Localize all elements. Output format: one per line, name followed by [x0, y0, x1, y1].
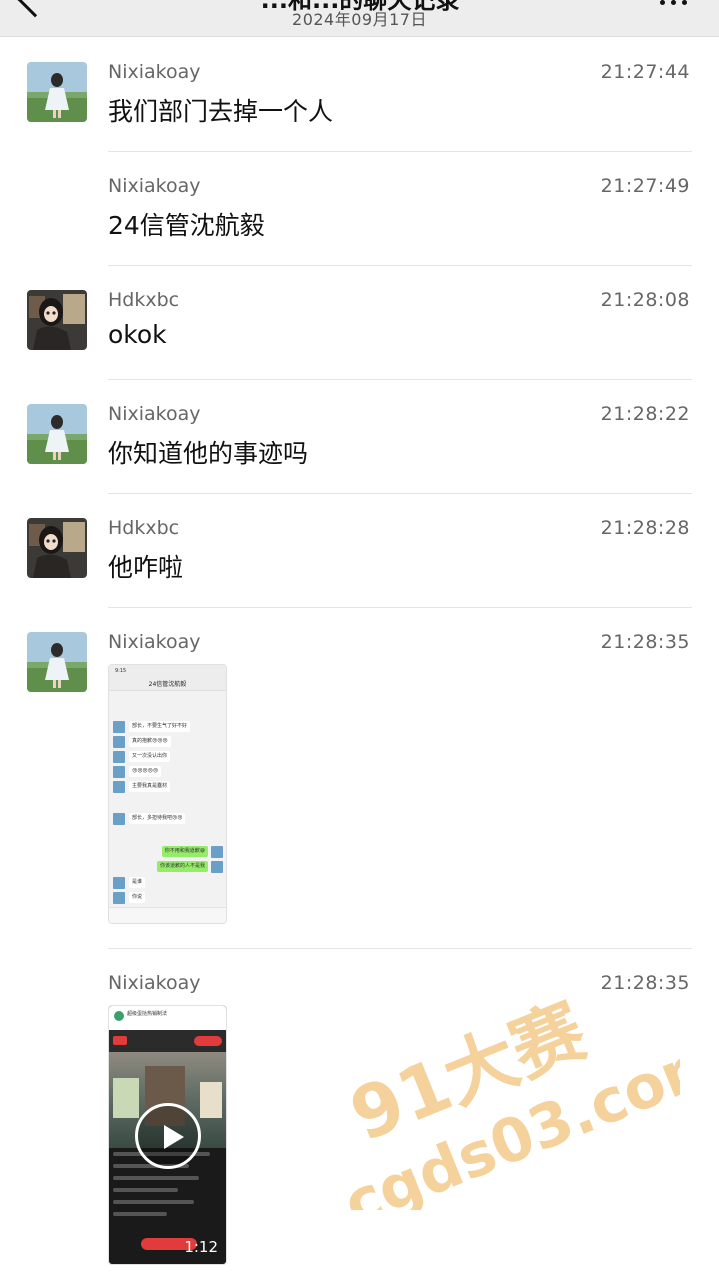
message-time: 21:28:22: [600, 403, 690, 425]
more-options-icon[interactable]: [654, 0, 694, 10]
preview-title: 24信管沈航毅: [148, 681, 187, 688]
preview-avatar: [113, 892, 125, 904]
play-icon[interactable]: [135, 1103, 201, 1169]
message-text: 你知道他的事迹吗: [108, 439, 309, 468]
preview-avatar: [113, 721, 125, 733]
preview-avatar: [113, 751, 125, 763]
header-date: 2024年09月17日: [292, 10, 427, 29]
preview-bubble: 是谁: [129, 877, 146, 888]
girl-field-avatar-icon: [27, 62, 87, 122]
girl-room-avatar-icon: [27, 290, 87, 350]
sender-name: Nixiakoay: [108, 631, 201, 653]
message-time: 21:28:08: [600, 289, 690, 311]
preview-bubble: 你该道歉的人不是我: [156, 861, 208, 872]
avatar[interactable]: [27, 518, 87, 578]
preview-bubble: 又一次没认出你: [129, 751, 171, 762]
preview-avatar: [113, 781, 125, 793]
preview-bubble: 真的抱歉😢😢😢: [129, 736, 171, 747]
chat-history-header: ...和...的聊天记录 2024年09月17日: [0, 0, 719, 37]
video-preview-header: 超级蛋挞热销制法: [109, 1006, 226, 1030]
open-app-badge: [194, 1036, 222, 1046]
avatar[interactable]: [27, 404, 87, 464]
preview-avatar: [113, 736, 125, 748]
sender-name: Hdkxbc: [108, 517, 180, 539]
preview-avatar: [211, 846, 223, 858]
message-text: okok: [108, 320, 167, 349]
preview-bubble: 你不用和我道歉😅: [161, 846, 208, 857]
divider: [108, 607, 692, 608]
avatar[interactable]: [27, 62, 87, 122]
channel-logo-icon: [114, 1011, 124, 1021]
avatar[interactable]: [27, 290, 87, 350]
preview-avatar: [211, 861, 223, 873]
video-preview-title: 超级蛋挞热销制法: [127, 1011, 168, 1017]
message-time: 21:27:44: [600, 61, 690, 83]
preview-bubble: 部长，不要生气了好不好: [129, 721, 191, 732]
preview-bubble: 😢😢😢😢😢: [129, 766, 162, 777]
message-text: 他咋啦: [108, 553, 184, 582]
app-tag-icon: [113, 1036, 127, 1045]
video-attachment[interactable]: 超级蛋挞热销制法 1:12: [108, 1005, 227, 1265]
sender-name: Nixiakoay: [108, 175, 201, 197]
girl-field-avatar-icon: [27, 404, 87, 464]
preview-input-bar: [109, 907, 226, 923]
preview-status-bar: 9:15 24信管沈航毅: [109, 665, 226, 691]
preview-bubble: 部长，多担待我吧😢😢: [129, 813, 186, 824]
preview-avatar: [113, 813, 125, 825]
girl-field-avatar-icon: [27, 632, 87, 692]
message-time: 21:28:28: [600, 517, 690, 539]
message-time: 21:28:35: [600, 972, 690, 994]
preview-avatar: [113, 877, 125, 889]
preview-avatar: [113, 766, 125, 778]
sender-name: Nixiakoay: [108, 403, 201, 425]
sender-name: Nixiakoay: [108, 972, 201, 994]
preview-bubble: 主要我真是蠢材: [129, 781, 171, 792]
image-attachment[interactable]: 9:15 24信管沈航毅 部长，不要生气了好不好 真的抱歉😢😢😢 又一次没认出你…: [108, 664, 227, 924]
message-text: 24信管沈航毅: [108, 211, 265, 240]
video-duration: 1:12: [184, 1238, 218, 1256]
divider: [108, 151, 692, 152]
divider: [108, 493, 692, 494]
preview-time: 9:15: [115, 668, 127, 674]
preview-bubble: 你说: [129, 892, 146, 903]
divider: [108, 379, 692, 380]
divider: [108, 948, 692, 949]
watermark-line2: cgds03.com: [334, 1024, 680, 1210]
message-time: 21:27:49: [600, 175, 690, 197]
message-time: 21:28:35: [600, 631, 690, 653]
girl-room-avatar-icon: [27, 518, 87, 578]
sender-name: Hdkxbc: [108, 289, 180, 311]
message-text: 我们部门去掉一个人: [108, 97, 334, 126]
avatar[interactable]: [27, 632, 87, 692]
sender-name: Nixiakoay: [108, 61, 201, 83]
divider: [108, 265, 692, 266]
watermark-line1: 91大赛: [339, 988, 598, 1158]
video-preview-banner: [109, 1030, 226, 1052]
